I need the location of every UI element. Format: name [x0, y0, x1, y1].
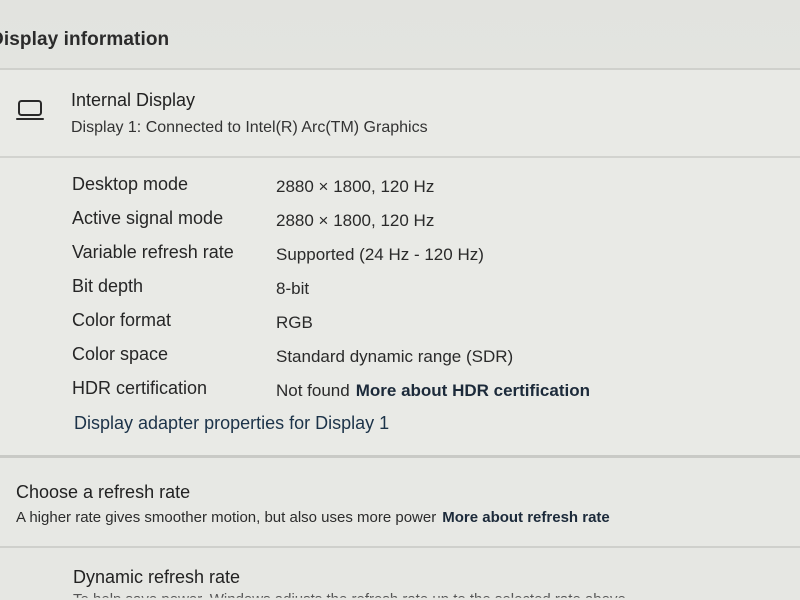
hdr-certification-link[interactable]: More about HDR certification	[356, 381, 590, 400]
row-color-space: Color space Standard dynamic range (SDR)	[0, 340, 800, 374]
display-header: Internal Display Display 1: Connected to…	[0, 70, 800, 158]
refresh-rate-title: Choose a refresh rate	[16, 482, 191, 502]
display-adapter-properties-link[interactable]: Display adapter properties for Display 1	[74, 413, 389, 434]
row-active-signal-mode: Active signal mode 2880 × 1800, 120 Hz	[0, 204, 800, 238]
dynamic-refresh-rate-title: Dynamic refresh rate	[73, 567, 241, 587]
display-name: Internal Display	[71, 90, 196, 110]
refresh-rate-description: A higher rate gives smoother motion, but…	[16, 509, 610, 526]
display-connection: Display 1: Connected to Intel(R) Arc(TM)…	[71, 119, 428, 136]
refresh-rate-link[interactable]: More about refresh rate	[442, 509, 610, 526]
row-value: 2880 × 1800, 120 Hz	[276, 177, 435, 196]
row-hdr-certification: HDR certification Not found More about HD…	[0, 374, 800, 408]
page-title: Display information	[0, 29, 170, 50]
display-info-card: Internal Display Display 1: Connected to…	[0, 70, 800, 460]
row-value: Supported (24 Hz - 120 Hz)	[276, 245, 484, 264]
hdr-status: Not found	[276, 381, 350, 400]
row-label: Active signal mode	[72, 208, 224, 228]
refresh-rate-description-text: A higher rate gives smoother motion, but…	[16, 509, 437, 526]
row-label: Desktop mode	[72, 174, 189, 194]
row-label: Color format	[72, 310, 172, 330]
row-label: HDR certification	[72, 378, 208, 398]
laptop-icon	[16, 98, 44, 122]
row-label: Bit depth	[72, 276, 144, 296]
row-value: Not found More about HDR certification	[276, 381, 590, 401]
row-value: RGB	[276, 313, 313, 332]
row-value: 8-bit	[276, 279, 310, 298]
row-variable-refresh-rate: Variable refresh rate Supported (24 Hz -…	[0, 238, 800, 272]
row-value: 2880 × 1800, 120 Hz	[276, 211, 435, 230]
row-value: Standard dynamic range (SDR)	[276, 347, 514, 366]
refresh-rate-card[interactable]: Choose a refresh rate A higher rate give…	[0, 458, 800, 546]
dynamic-refresh-rate-description: To help save power, Windows adjusts the …	[73, 591, 626, 600]
settings-page: Display information Internal Display Dis…	[0, 0, 800, 600]
divider	[0, 156, 800, 158]
row-desktop-mode: Desktop mode 2880 × 1800, 120 Hz	[0, 170, 800, 204]
row-color-format: Color format RGB	[0, 306, 800, 340]
dynamic-refresh-rate-card[interactable]: Dynamic refresh rate To help save power,…	[0, 548, 800, 600]
row-bit-depth: Bit depth 8-bit	[0, 272, 800, 306]
row-label: Color space	[72, 344, 169, 364]
row-label: Variable refresh rate	[72, 242, 234, 262]
